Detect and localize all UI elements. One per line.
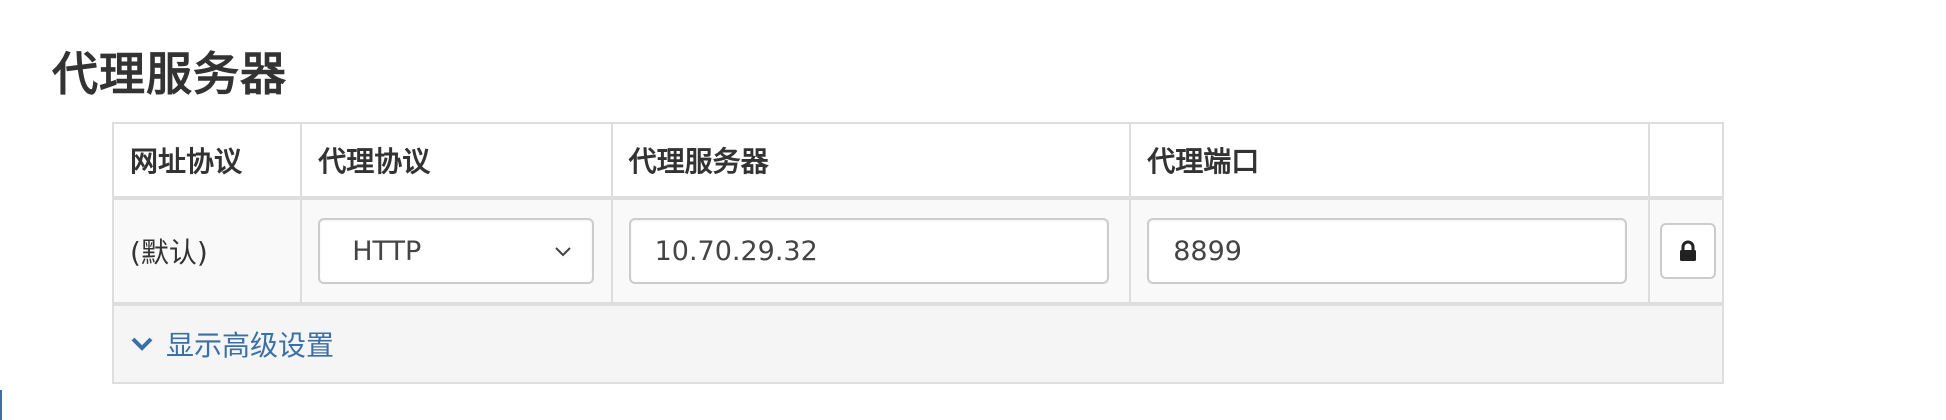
advanced-settings-row: 显示高级设置 — [112, 302, 1724, 384]
proxy-port-input[interactable] — [1147, 218, 1628, 284]
protocol-select-value: HTTP — [352, 235, 422, 267]
left-edge-marker — [0, 390, 2, 420]
chevron-down-icon — [555, 247, 571, 257]
protocol-select[interactable]: HTTP — [318, 218, 595, 284]
server-cell — [610, 197, 1132, 305]
header-scheme: 网址协议 — [111, 122, 303, 200]
port-cell — [1129, 197, 1650, 305]
show-advanced-settings-link[interactable]: 显示高级设置 — [130, 324, 334, 364]
header-server: 代理服务器 — [610, 122, 1132, 200]
proxy-server-input[interactable] — [628, 218, 1109, 284]
show-advanced-settings-label: 显示高级设置 — [166, 329, 335, 362]
header-action — [1647, 122, 1725, 200]
table-header-row: 网址协议 代理协议 代理服务器 代理端口 — [111, 122, 1725, 200]
proxy-table: 网址协议 代理协议 代理服务器 代理端口 (默认) HTTP 10.70.29.… — [111, 122, 1725, 384]
lock-icon — [1679, 240, 1696, 261]
protocol-cell: HTTP — [300, 197, 613, 305]
scheme-cell: (默认) — [111, 197, 303, 305]
chevron-down-icon — [131, 337, 153, 351]
header-protocol: 代理协议 — [300, 122, 613, 200]
page-title: 代理服务器 — [52, 47, 287, 101]
header-port: 代理端口 — [1129, 122, 1650, 200]
lock-button[interactable] — [1659, 223, 1716, 279]
advanced-settings-cell: 显示高级设置 — [112, 302, 1724, 384]
action-cell — [1647, 197, 1725, 305]
table-row: (默认) HTTP — [111, 197, 1725, 305]
